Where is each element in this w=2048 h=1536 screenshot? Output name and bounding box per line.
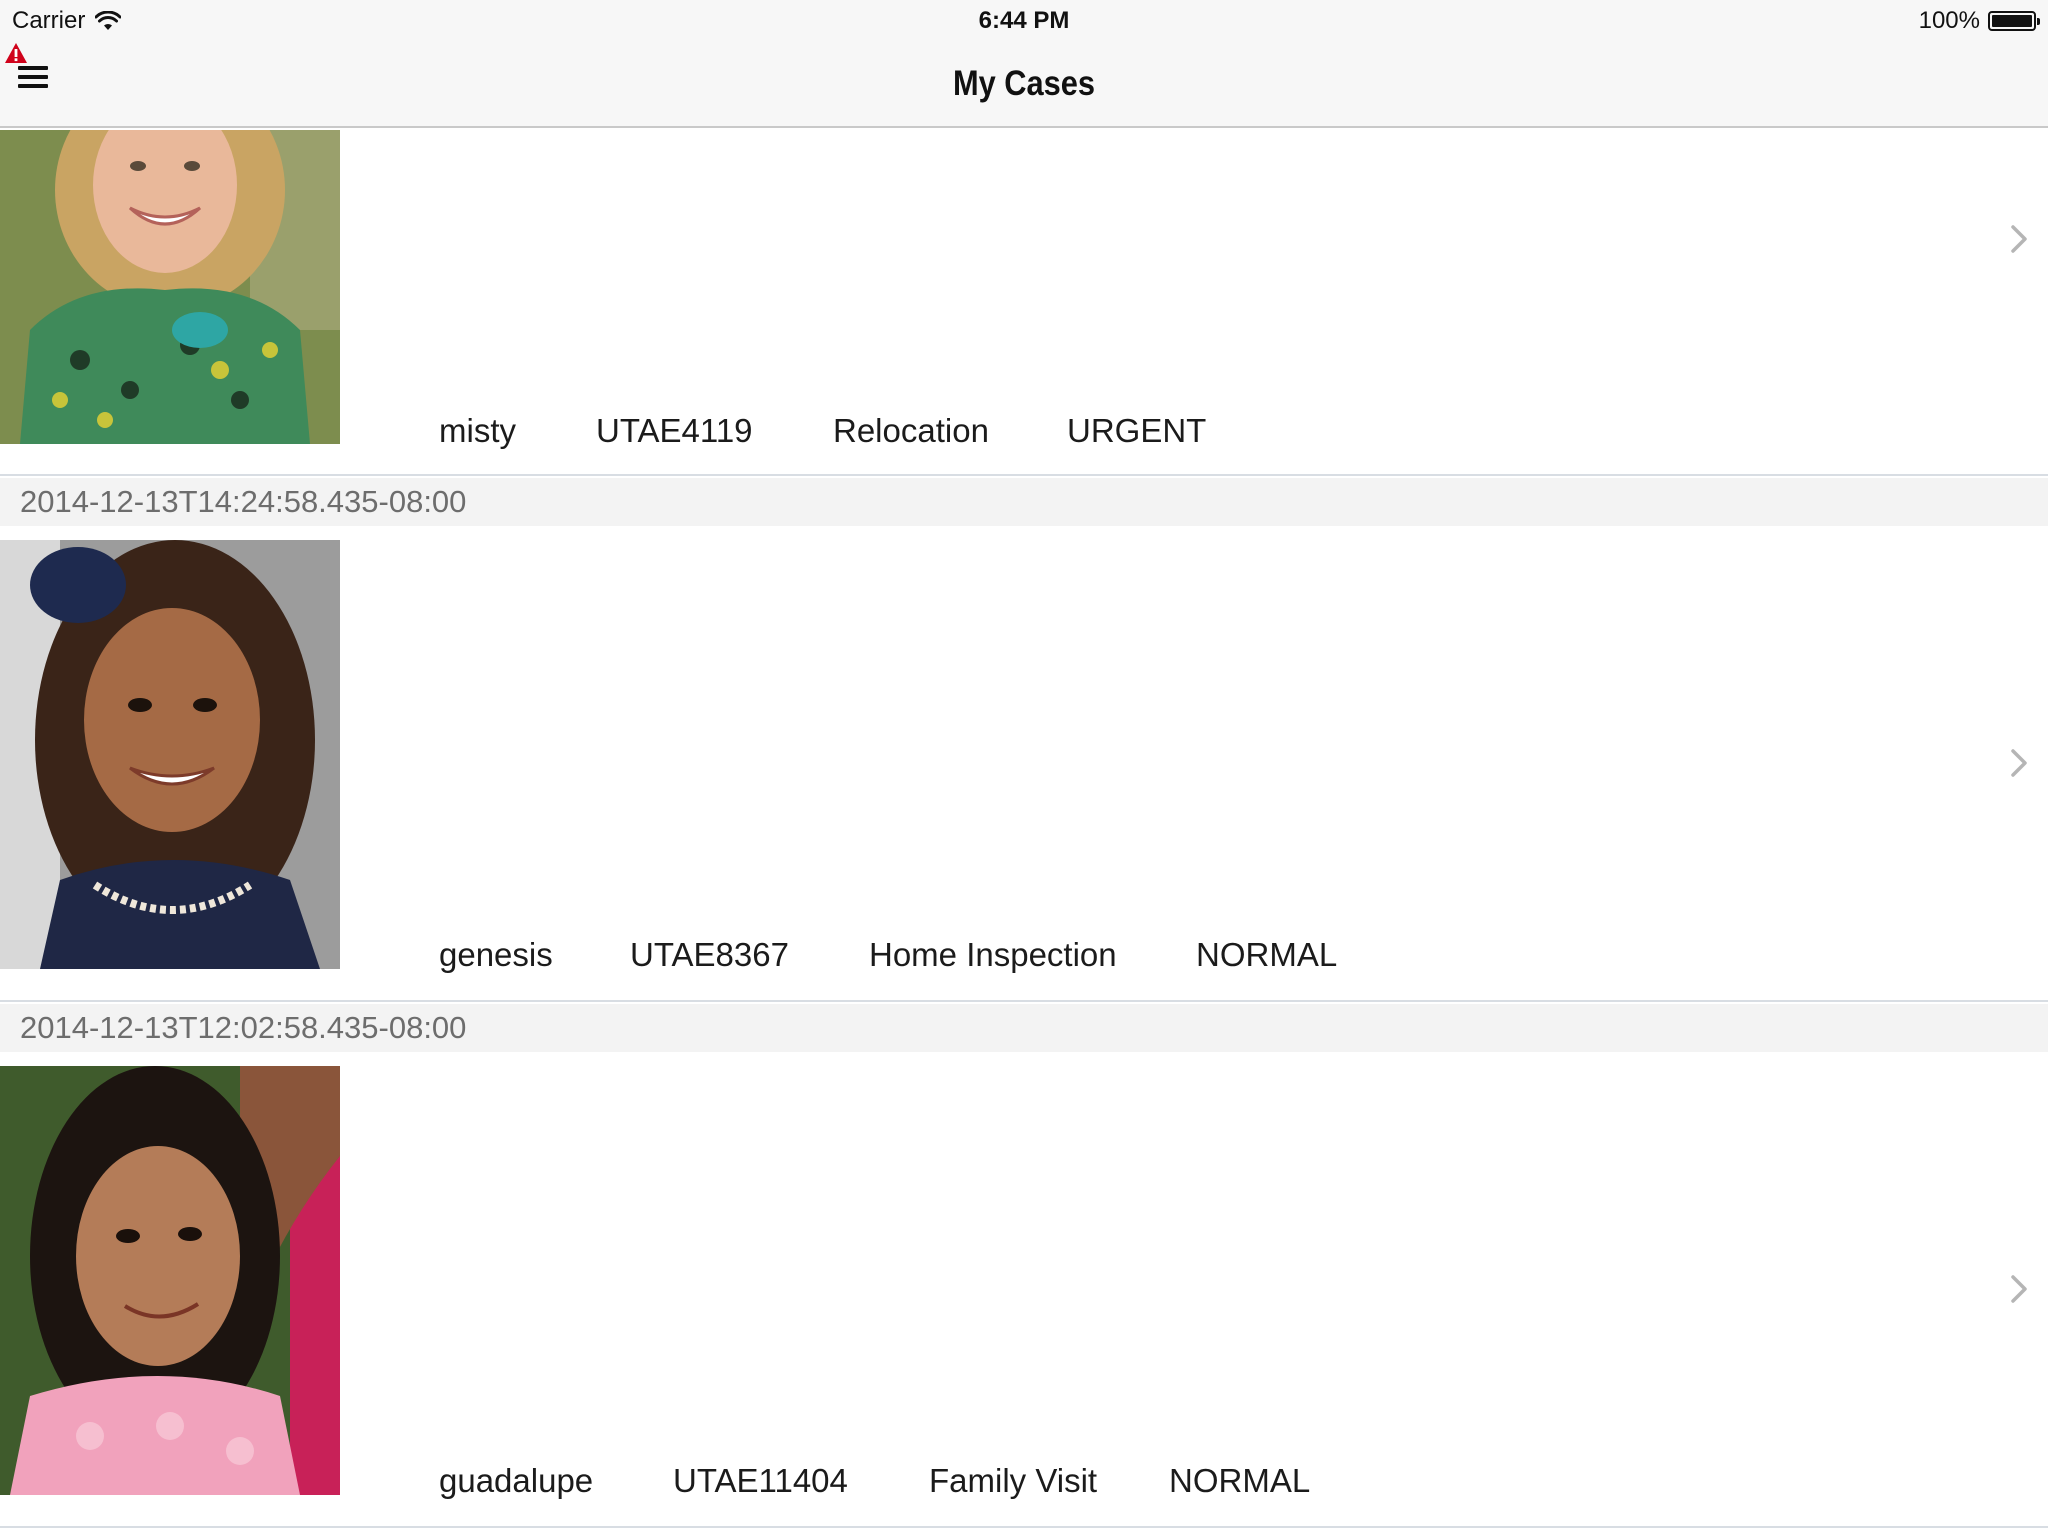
section-header-timestamp: 2014-12-13T14:24:58.435-08:00 [0, 478, 2048, 526]
case-id: UTAE8367 [630, 936, 789, 973]
case-id: UTAE11404 [673, 1462, 848, 1499]
chevron-right-icon [2011, 749, 2027, 777]
status-time: 6:44 PM [978, 7, 1070, 34]
case-type: Family Visit [929, 1462, 1098, 1499]
case-name: misty [439, 412, 516, 449]
navigation-bar: Carrier 6:44 PM 100% My Cases [0, 0, 2048, 128]
status-battery: 100% [1918, 4, 2040, 38]
case-type: Relocation [833, 412, 989, 449]
row-separator [0, 1000, 2048, 1002]
chevron-right-icon [2011, 225, 2027, 253]
case-row[interactable]: guadalupe UTAE11404 Family Visit NORMAL [0, 1052, 2048, 1528]
battery-percent: 100% [1918, 7, 1980, 34]
child-photo-guadalupe [0, 1066, 340, 1495]
case-id: UTAE4119 [596, 412, 753, 449]
child-photo-genesis [0, 540, 340, 969]
case-priority: URGENT [1067, 412, 1207, 449]
battery-icon [1988, 11, 2040, 31]
page-title: My Cases [952, 64, 1096, 103]
hamburger-icon [18, 66, 48, 90]
case-name: genesis [439, 936, 553, 973]
chevron-right-icon [2011, 1275, 2027, 1303]
case-row[interactable]: misty UTAE4119 Relocation URGENT [0, 130, 2048, 476]
row-separator [0, 474, 2048, 476]
warning-icon [5, 43, 27, 63]
section-header-timestamp: 2014-12-13T12:02:58.435-08:00 [0, 1004, 2048, 1052]
case-priority: NORMAL [1169, 1462, 1311, 1499]
menu-button[interactable] [4, 42, 60, 98]
case-name: guadalupe [439, 1462, 594, 1499]
row-separator [0, 1526, 2048, 1528]
case-type: Home Inspection [869, 936, 1117, 973]
case-priority: NORMAL [1196, 936, 1338, 973]
child-photo-misty [0, 130, 340, 444]
case-row[interactable]: genesis UTAE8367 Home Inspection NORMAL [0, 526, 2048, 1002]
